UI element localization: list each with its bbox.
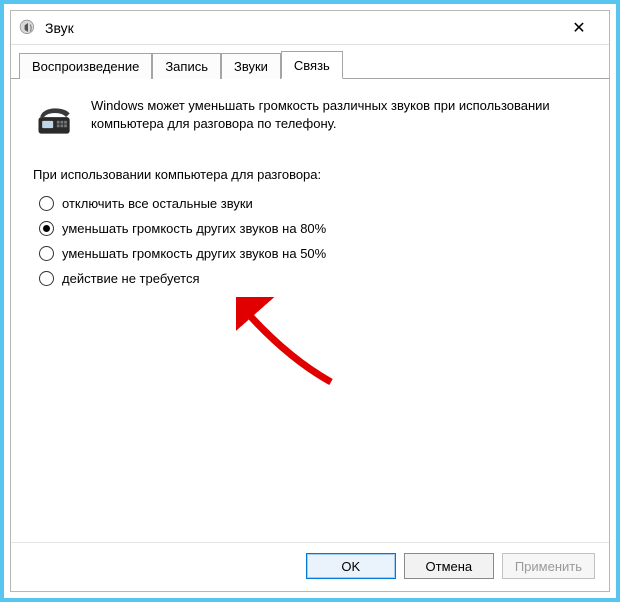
radio-label: уменьшать громкость других звуков на 80% xyxy=(62,221,326,236)
intro-row: Windows может уменьшать громкость различ… xyxy=(33,97,587,141)
button-label: Отмена xyxy=(426,559,473,574)
tab-recording[interactable]: Запись xyxy=(152,53,221,79)
button-label: Применить xyxy=(515,559,582,574)
radio-indicator xyxy=(39,271,54,286)
radio-reduce-50[interactable]: уменьшать громкость других звуков на 50% xyxy=(39,246,587,261)
radio-mute-all[interactable]: отключить все остальные звуки xyxy=(39,196,587,211)
phone-icon xyxy=(33,97,77,141)
radio-label: отключить все остальные звуки xyxy=(62,196,253,211)
radio-indicator xyxy=(39,246,54,261)
radio-group: отключить все остальные звуки уменьшать … xyxy=(33,196,587,286)
radio-label: действие не требуется xyxy=(62,271,200,286)
screenshot-frame: Звук ✕ Воспроизведение Запись Звуки Связ… xyxy=(0,0,620,602)
cancel-button[interactable]: Отмена xyxy=(404,553,494,579)
tab-label: Воспроизведение xyxy=(32,59,139,74)
intro-text: Windows может уменьшать громкость различ… xyxy=(91,97,587,141)
radio-label: уменьшать громкость других звуков на 50% xyxy=(62,246,326,261)
button-label: OK xyxy=(341,559,360,574)
section-label: При использовании компьютера для разгово… xyxy=(33,167,587,182)
ok-button[interactable]: OK xyxy=(306,553,396,579)
window-title: Звук xyxy=(45,20,557,36)
tabstrip: Воспроизведение Запись Звуки Связь xyxy=(11,45,609,79)
sound-app-icon xyxy=(19,19,37,37)
tab-label: Звуки xyxy=(234,59,268,74)
titlebar: Звук ✕ xyxy=(11,11,609,45)
apply-button[interactable]: Применить xyxy=(502,553,595,579)
tab-communications[interactable]: Связь xyxy=(281,51,343,79)
close-icon: ✕ xyxy=(572,18,585,38)
tab-label: Запись xyxy=(165,59,208,74)
radio-indicator xyxy=(39,221,54,236)
radio-do-nothing[interactable]: действие не требуется xyxy=(39,271,587,286)
annotation-arrow-icon xyxy=(236,297,346,407)
close-button[interactable]: ✕ xyxy=(557,13,601,43)
radio-reduce-80[interactable]: уменьшать громкость других звуков на 80% xyxy=(39,221,587,236)
dialog-button-row: OK Отмена Применить xyxy=(11,542,609,591)
tab-content: Windows может уменьшать громкость различ… xyxy=(11,79,609,542)
sound-dialog: Звук ✕ Воспроизведение Запись Звуки Связ… xyxy=(10,10,610,592)
radio-indicator xyxy=(39,196,54,211)
tab-sounds[interactable]: Звуки xyxy=(221,53,281,79)
tab-playback[interactable]: Воспроизведение xyxy=(19,53,152,79)
tab-label: Связь xyxy=(294,58,330,73)
